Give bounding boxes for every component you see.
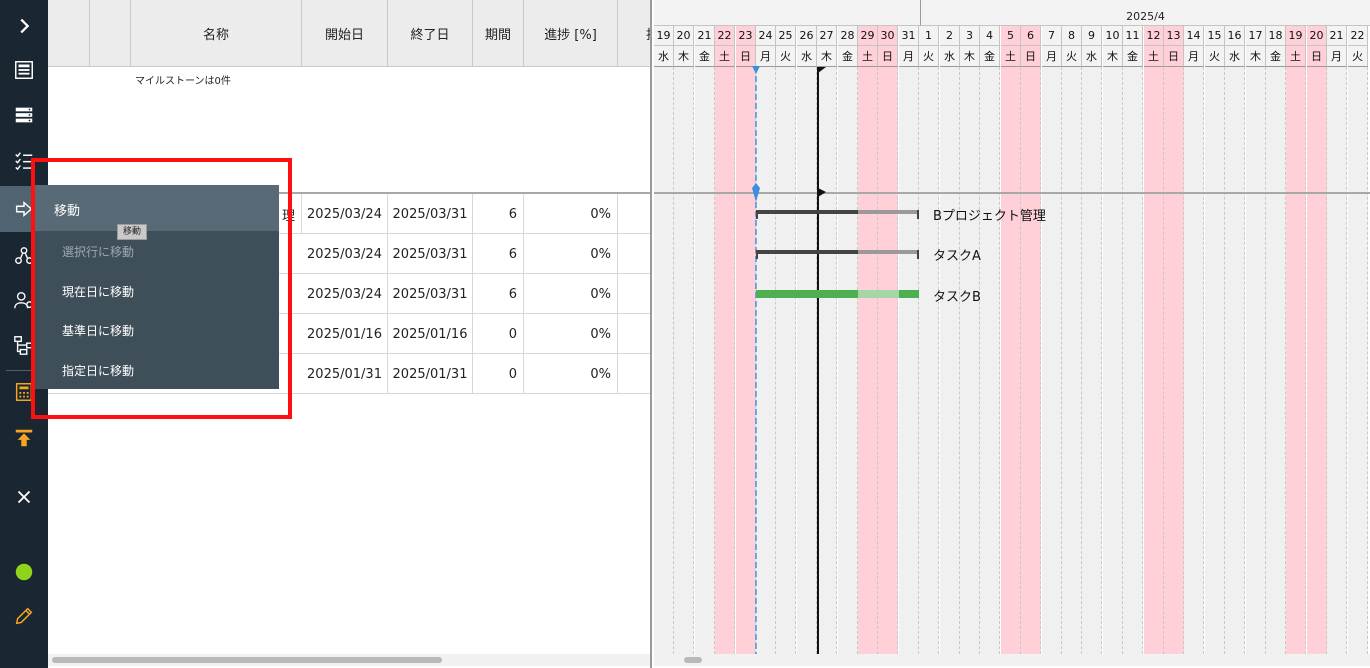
upload-icon[interactable]	[0, 418, 48, 458]
col-header-extra[interactable]: 担	[618, 0, 650, 67]
cell-start: 2025/03/24	[302, 234, 388, 274]
layout-icon[interactable]	[0, 50, 48, 90]
cell-progress: 0%	[524, 314, 618, 354]
gantt-chart: 2025/4 19 水 20 木 21 金 22 土 23 日 24 月 25 火 26 水 27 木 28 金 29 土…	[654, 0, 1370, 668]
gantt-scroll-thumb[interactable]	[684, 657, 702, 663]
cell-start: 2025/01/31	[302, 354, 388, 394]
cell-end: 2025/03/31	[388, 194, 473, 234]
col-header-start[interactable]: 開始日	[302, 0, 388, 67]
cell-end: 2025/01/31	[388, 354, 473, 394]
close-icon[interactable]	[0, 477, 48, 517]
grid-scroll-thumb[interactable]	[52, 657, 442, 663]
status-dot-icon	[0, 552, 48, 592]
cell-start: 2025/01/16	[302, 314, 388, 354]
grid-header: 名称 開始日 終了日 期間 進捗 [%] 担	[48, 0, 650, 67]
highlight-box	[31, 158, 292, 419]
cell-progress: 0%	[524, 194, 618, 234]
cell-end: 2025/03/31	[388, 234, 473, 274]
cell-duration: 6	[473, 194, 524, 234]
col-header-select[interactable]	[48, 0, 90, 67]
bar-label: タスクA	[933, 249, 981, 264]
pencil-icon[interactable]	[0, 596, 48, 636]
cell-duration: 0	[473, 354, 524, 394]
cell-progress: 0%	[524, 354, 618, 394]
cell-duration: 6	[473, 274, 524, 314]
col-header-indicator[interactable]	[90, 0, 131, 67]
cell-end: 2025/01/16	[388, 314, 473, 354]
milestone-note: マイルストーンは0件	[135, 76, 231, 87]
chevron-right-icon[interactable]	[0, 6, 48, 46]
cell-start: 2025/03/24	[302, 194, 388, 234]
cell-duration: 0	[473, 314, 524, 354]
col-header-duration[interactable]: 期間	[473, 0, 524, 67]
cell-progress: 0%	[524, 234, 618, 274]
base-date-marker	[752, 66, 760, 74]
cell-duration: 6	[473, 234, 524, 274]
col-header-progress[interactable]: 進捗 [%]	[524, 0, 618, 67]
app-window: 名称 開始日 終了日 期間 進捗 [%] 担 マイルストーンは0件 理 2025…	[0, 0, 1370, 668]
grid-horizontal-scrollbar[interactable]	[48, 654, 650, 666]
bar-label: Bプロジェクト管理	[933, 209, 1046, 224]
server-icon[interactable]	[0, 95, 48, 135]
base-date-marker	[752, 183, 760, 202]
summary-bar-b-project[interactable]	[756, 210, 919, 219]
col-header-end[interactable]: 終了日	[388, 0, 473, 67]
cell-progress: 0%	[524, 274, 618, 314]
col-header-name[interactable]: 名称	[131, 0, 302, 67]
cell-end: 2025/03/31	[388, 274, 473, 314]
today-marker	[818, 188, 826, 197]
gantt-overlay	[752, 66, 919, 654]
today-marker	[818, 67, 826, 73]
cell-start: 2025/03/24	[302, 274, 388, 314]
gantt-horizontal-scrollbar[interactable]	[654, 654, 1370, 666]
task-bar-task-b[interactable]	[756, 290, 919, 298]
summary-bar-task-a[interactable]	[756, 250, 919, 259]
bar-label: タスクB	[933, 290, 981, 305]
